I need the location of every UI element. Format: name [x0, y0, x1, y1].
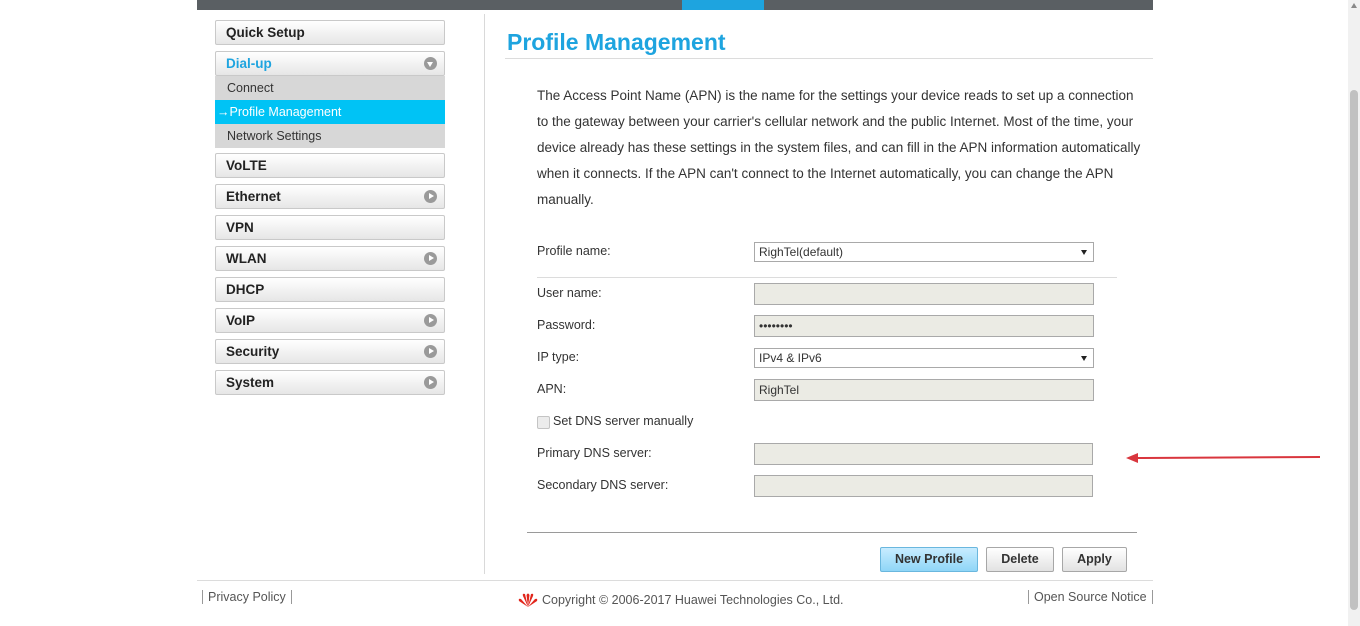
arrow-right-icon: → — [217, 105, 230, 119]
privacy-policy-link[interactable]: Privacy Policy — [202, 590, 292, 604]
apply-button[interactable]: Apply — [1062, 547, 1127, 572]
scroll-up-icon[interactable] — [1351, 3, 1357, 8]
chevron-right-icon — [424, 190, 437, 203]
user-name-label: User name: — [537, 286, 602, 300]
chevron-right-icon — [424, 345, 437, 358]
dial-up-submenu: Connect →Profile Management Network Sett… — [215, 76, 445, 148]
primary-dns-field[interactable] — [754, 443, 1093, 465]
sidebar-subitem-network-settings[interactable]: Network Settings — [215, 124, 445, 148]
sidebar-subitem-label: Connect — [227, 81, 274, 95]
huawei-logo-icon — [518, 593, 538, 607]
sidebar-item-label: VPN — [226, 220, 254, 235]
title-divider — [505, 58, 1153, 59]
sidebar-item-label: VoLTE — [226, 158, 267, 173]
sidebar-item-dhcp[interactable]: DHCP — [215, 277, 445, 302]
sidebar-item-label: WLAN — [226, 251, 267, 266]
user-name-field[interactable] — [754, 283, 1094, 305]
sidebar-subitem-label: Profile Management — [229, 105, 342, 119]
profile-name-select[interactable]: RighTel(default) — [754, 242, 1094, 262]
footer-divider — [197, 580, 1153, 581]
buttons-divider — [527, 532, 1137, 533]
sidebar-item-label: VoIP — [226, 313, 256, 328]
open-source-notice-link[interactable]: Open Source Notice — [1028, 590, 1153, 604]
sidebar-item-label: Quick Setup — [226, 25, 305, 40]
ip-type-label: IP type: — [537, 350, 580, 364]
apn-description: The Access Point Name (APN) is the name … — [537, 88, 1141, 207]
sidebar-item-security[interactable]: Security — [215, 339, 445, 364]
chevron-down-icon — [424, 57, 437, 70]
ip-type-value: IPv4 & IPv6 — [759, 351, 822, 365]
dropdown-arrow-icon — [1081, 250, 1087, 255]
set-dns-manually-label: Set DNS server manually — [553, 414, 694, 428]
sidebar-item-label: DHCP — [226, 282, 265, 297]
vertical-divider — [484, 14, 485, 574]
sidebar-item-label: Dial-up — [226, 56, 272, 71]
sidebar-item-volte[interactable]: VoLTE — [215, 153, 445, 178]
secondary-dns-label: Secondary DNS server: — [537, 478, 669, 492]
sidebar-item-voip[interactable]: VoIP — [215, 308, 445, 333]
apn-label: APN: — [537, 382, 567, 396]
password-field[interactable]: •••••••• — [754, 315, 1094, 337]
chevron-right-icon — [424, 252, 437, 265]
sidebar-subitem-label: Network Settings — [227, 129, 322, 143]
password-label: Password: — [537, 318, 596, 332]
page-title: Profile Management — [507, 29, 726, 55]
sidebar-item-label: System — [226, 375, 275, 390]
set-dns-manually-checkbox[interactable] — [537, 416, 550, 429]
form-divider — [537, 277, 1117, 278]
sidebar-subitem-profile-management[interactable]: →Profile Management — [215, 100, 445, 124]
chevron-right-icon — [424, 376, 437, 389]
primary-dns-label: Primary DNS server: — [537, 446, 652, 460]
sidebar-item-label: Security — [226, 344, 280, 359]
page-scrollbar[interactable] — [1348, 0, 1360, 626]
apn-field[interactable]: RighTel — [754, 379, 1094, 401]
sidebar-item-vpn[interactable]: VPN — [215, 215, 445, 240]
dropdown-arrow-icon — [1081, 356, 1087, 361]
ip-type-select[interactable]: IPv4 & IPv6 — [754, 348, 1094, 368]
chevron-right-icon — [424, 314, 437, 327]
sidebar-item-system[interactable]: System — [215, 370, 445, 395]
copyright-text: Copyright © 2006-2017 Huawei Technologie… — [542, 593, 844, 607]
active-top-tab-indicator[interactable] — [682, 0, 764, 10]
sidebar-subitem-connect[interactable]: Connect — [215, 76, 445, 100]
sidebar: Quick Setup Dial-up Connect →Profile Man… — [215, 20, 445, 401]
profile-name-value: RighTel(default) — [759, 245, 844, 259]
sidebar-item-wlan[interactable]: WLAN — [215, 246, 445, 271]
profile-name-label: Profile name: — [537, 244, 611, 258]
sidebar-item-ethernet[interactable]: Ethernet — [215, 184, 445, 209]
annotation-arrow — [1126, 453, 1321, 463]
top-navigation-bar — [197, 0, 1153, 10]
sidebar-item-quick-setup[interactable]: Quick Setup — [215, 20, 445, 45]
secondary-dns-field[interactable] — [754, 475, 1093, 497]
sidebar-item-dial-up[interactable]: Dial-up — [215, 51, 445, 76]
new-profile-button[interactable]: New Profile — [880, 547, 978, 572]
delete-button[interactable]: Delete — [986, 547, 1054, 572]
sidebar-item-label: Ethernet — [226, 189, 281, 204]
scrollbar-thumb[interactable] — [1350, 90, 1358, 610]
